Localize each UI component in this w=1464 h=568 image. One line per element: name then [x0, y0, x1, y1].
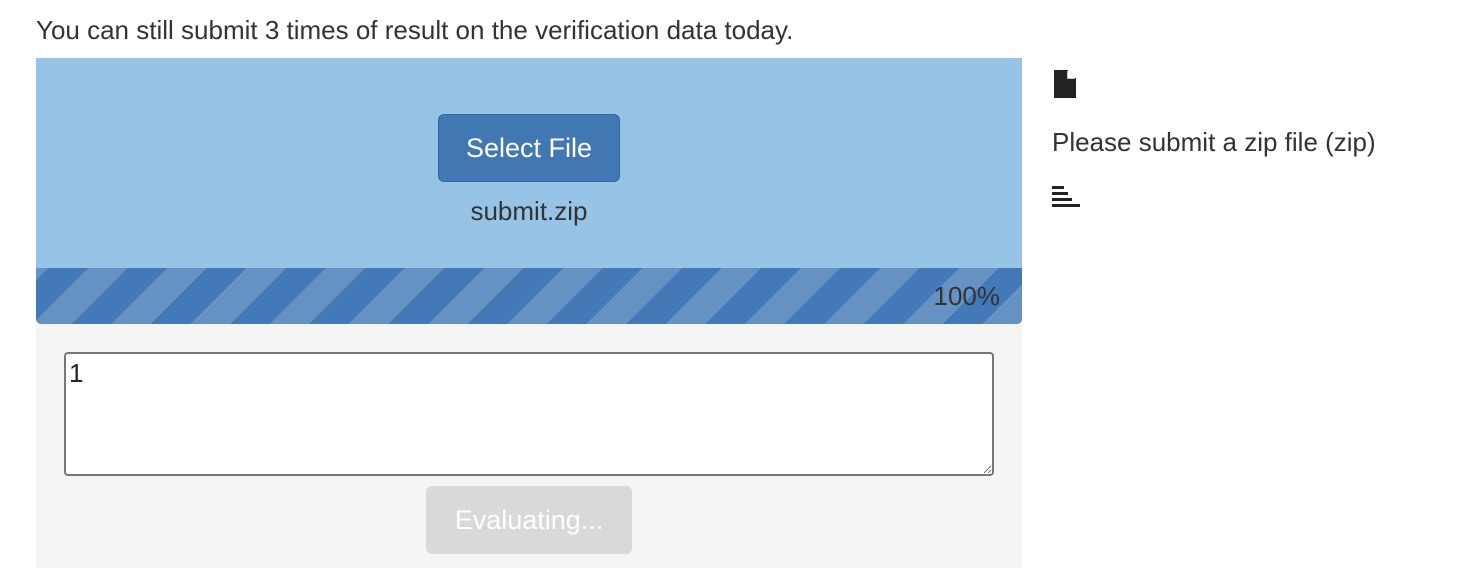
- select-file-button[interactable]: Select File: [438, 114, 620, 182]
- upload-progress-text: 100%: [933, 281, 1001, 311]
- file-icon: [1054, 70, 1076, 98]
- file-dropzone[interactable]: Select File submit.zip: [36, 58, 1022, 268]
- file-format-hint: Please submit a zip file (zip): [1052, 127, 1376, 157]
- result-textarea[interactable]: 1: [64, 352, 994, 476]
- upload-progress-bar: 100%: [36, 268, 1022, 324]
- align-left-icon: [1052, 186, 1080, 207]
- evaluating-button: Evaluating...: [426, 486, 632, 554]
- upload-progress: 100%: [36, 268, 1022, 324]
- upload-panel: Select File submit.zip 100% 1 Evaluating…: [36, 58, 1022, 568]
- selected-filename: submit.zip: [470, 196, 588, 226]
- submission-limit-notice: You can still submit 3 times of result o…: [36, 15, 794, 45]
